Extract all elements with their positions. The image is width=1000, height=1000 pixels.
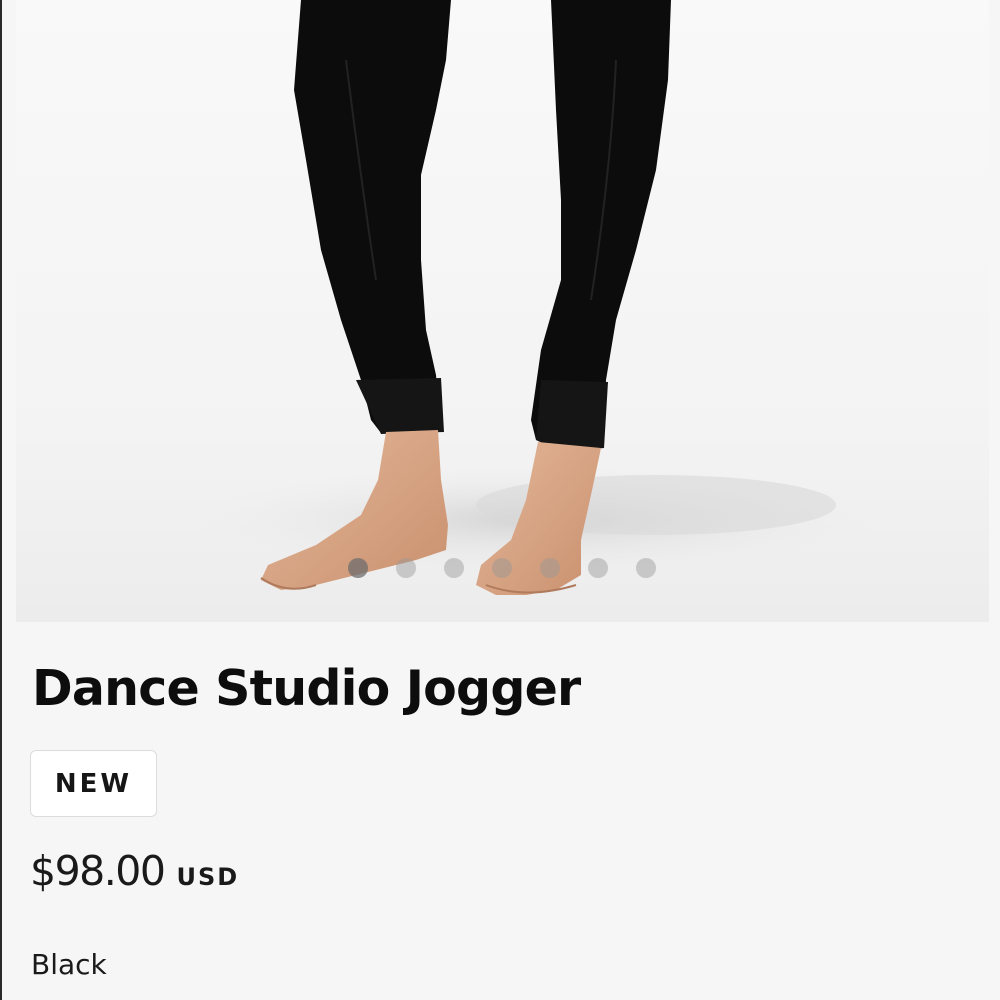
price-currency: USD — [176, 863, 240, 891]
image-carousel-dots — [2, 558, 1000, 578]
carousel-dot[interactable] — [444, 558, 464, 578]
price-amount: $98.00 — [30, 847, 166, 895]
carousel-dot[interactable] — [588, 558, 608, 578]
new-badge: NEW — [30, 750, 157, 817]
product-photo — [176, 0, 896, 595]
product-image[interactable] — [16, 0, 989, 622]
carousel-dot[interactable] — [492, 558, 512, 578]
carousel-dot[interactable] — [348, 558, 368, 578]
carousel-dot[interactable] — [396, 558, 416, 578]
carousel-dot[interactable] — [540, 558, 560, 578]
product-price: $98.00 USD — [30, 847, 239, 895]
product-title: Dance Studio Jogger — [32, 660, 581, 717]
product-page: Dance Studio Jogger NEW $98.00 USD Black — [0, 0, 1000, 1000]
selected-color-label: Black — [31, 948, 107, 981]
carousel-dot[interactable] — [636, 558, 656, 578]
